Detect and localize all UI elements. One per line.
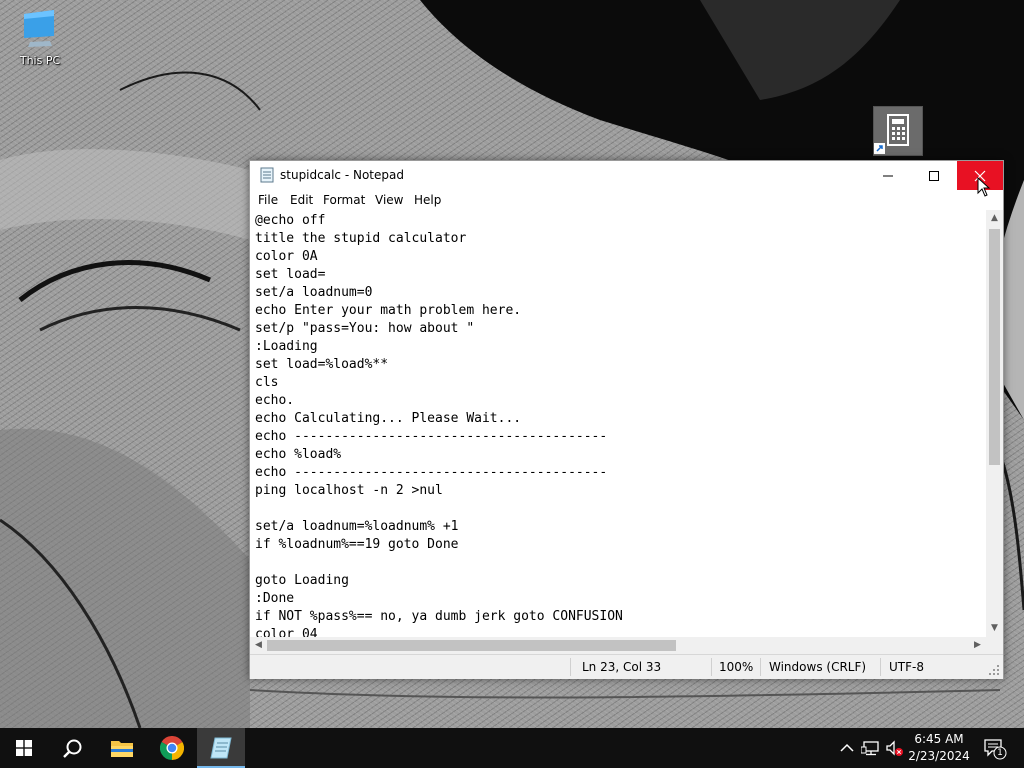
menu-format[interactable]: Format <box>323 193 365 207</box>
text-line: echo. <box>255 393 295 408</box>
scroll-corner <box>986 637 1003 654</box>
clock-time: 6:45 AM <box>914 732 964 746</box>
text-line: color 0A <box>255 249 318 264</box>
text-line: title the stupid calculator <box>255 231 467 246</box>
cursor-position: Ln 23, Col 33 <box>582 660 662 674</box>
text-line: set/a loadnum=%loadnum% +1 <box>255 519 459 534</box>
text-line: goto Loading <box>255 573 349 588</box>
notification-center-button[interactable]: 1 <box>984 738 1008 760</box>
text-line: echo Enter your math problem here. <box>255 303 522 318</box>
menu-help[interactable]: Help <box>414 193 441 207</box>
title-bar[interactable]: stupidcalc - Notepad <box>250 161 1003 190</box>
folder-icon <box>111 741 133 757</box>
menu-bar: File Edit Format View Help <box>250 190 1003 210</box>
desktop-icon-label: This PC <box>19 54 61 67</box>
file-explorer-button[interactable] <box>98 728 146 768</box>
scroll-left-icon[interactable]: ◀ <box>250 637 267 654</box>
status-bar: Ln 23, Col 33 100% Windows (CRLF) UTF-8 <box>250 654 1003 679</box>
menu-file[interactable]: File <box>258 193 278 207</box>
text-line: echo -----------------------------------… <box>255 465 608 480</box>
text-line: :Loading <box>255 339 318 354</box>
scroll-down-icon[interactable]: ▼ <box>986 620 1003 637</box>
scroll-up-icon[interactable]: ▲ <box>986 210 1003 227</box>
text-line: set load= <box>255 267 326 282</box>
chrome-button[interactable] <box>148 728 196 768</box>
calculator-shortcut[interactable] <box>873 106 923 156</box>
network-button[interactable] <box>860 739 879 757</box>
chevron-up-icon <box>840 743 854 752</box>
window-title: stupidcalc - Notepad <box>280 168 404 182</box>
start-button[interactable] <box>0 728 48 768</box>
text-line: @echo off <box>255 213 326 228</box>
notification-count: 1 <box>997 748 1003 758</box>
status-divider <box>880 658 881 676</box>
mouse-cursor-icon <box>977 177 991 197</box>
text-line: echo -----------------------------------… <box>255 429 608 444</box>
scroll-right-icon[interactable]: ▶ <box>969 637 986 654</box>
text-line: echo Calculating... Please Wait... <box>255 411 522 426</box>
maximize-button[interactable] <box>911 161 957 190</box>
line-ending: Windows (CRLF) <box>769 660 867 674</box>
network-icon <box>860 741 879 756</box>
encoding: UTF-8 <box>889 660 924 674</box>
notepad-icon <box>210 737 232 759</box>
status-divider <box>760 658 761 676</box>
text-line: if NOT %pass%== no, ya dumb jerk goto CO… <box>255 609 623 624</box>
vertical-scroll-thumb[interactable] <box>989 229 1000 465</box>
zoom-level: 100% <box>719 660 754 674</box>
status-divider <box>711 658 712 676</box>
chrome-icon <box>160 736 184 760</box>
text-line: echo %load% <box>255 447 342 462</box>
volume-muted-icon <box>886 740 903 756</box>
status-divider <box>570 658 571 676</box>
minimize-button[interactable] <box>865 161 911 190</box>
notepad-window[interactable]: stupidcalc - Notepad File Edit Format Vi… <box>249 160 1004 679</box>
menu-edit[interactable]: Edit <box>290 193 313 207</box>
notepad-taskbar-button[interactable] <box>197 728 245 768</box>
maximize-icon <box>929 171 939 181</box>
clock-date: 2/23/2024 <box>908 749 970 763</box>
volume-button[interactable] <box>885 739 903 757</box>
show-hidden-icons-button[interactable] <box>838 739 856 757</box>
text-line: ping localhost -n 2 >nul <box>255 483 443 498</box>
search-button[interactable] <box>48 728 96 768</box>
windows-logo-icon <box>16 740 32 756</box>
clock[interactable]: 6:45 AM 2/23/2024 <box>906 731 972 765</box>
this-pc-icon <box>20 8 60 52</box>
taskbar: 6:45 AM 2/23/2024 1 <box>0 728 1024 768</box>
text-editor[interactable]: @echo off title the stupid calculator colo… <box>250 210 986 637</box>
text-line: if %loadnum%==19 goto Done <box>255 537 459 552</box>
search-icon <box>63 739 82 758</box>
calculator-icon <box>874 114 909 154</box>
vertical-scrollbar[interactable]: ▲ ▼ <box>986 210 1003 637</box>
desktop-icon-this-pc[interactable]: This PC <box>10 8 70 67</box>
minimize-icon <box>883 175 893 177</box>
horizontal-scroll-thumb[interactable] <box>267 640 676 651</box>
text-line: cls <box>255 375 279 390</box>
text-line: :Done <box>255 591 295 606</box>
text-line: color 04 <box>255 627 318 637</box>
text-line: set load=%load%** <box>255 357 389 372</box>
text-line: set/a loadnum=0 <box>255 285 373 300</box>
text-line: set/p "pass=You: how about " <box>255 321 475 336</box>
horizontal-scrollbar[interactable]: ◀ ▶ <box>250 637 986 654</box>
resize-grip-icon[interactable] <box>988 664 1000 676</box>
notepad-icon <box>260 167 274 183</box>
menu-view[interactable]: View <box>375 193 403 207</box>
